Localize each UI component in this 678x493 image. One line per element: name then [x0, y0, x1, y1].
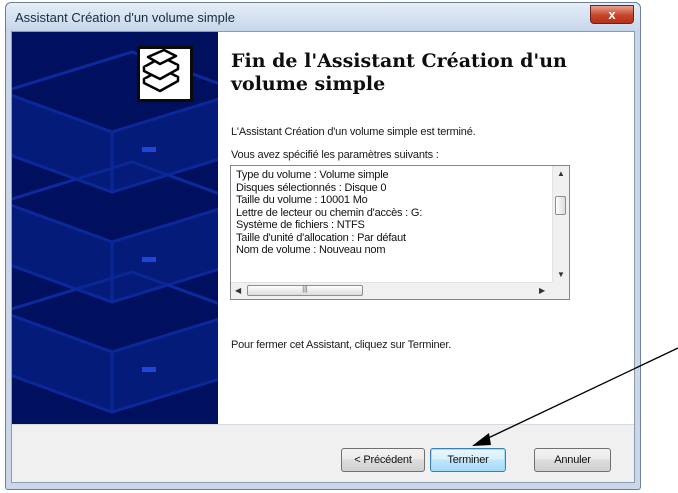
button-bar: < Précédent Terminer Annuler: [12, 424, 634, 482]
scroll-down-arrow-icon[interactable]: ▼: [557, 270, 565, 279]
parameters-listbox[interactable]: Type du volume : Volume simple Disques s…: [230, 165, 570, 300]
scroll-left-arrow-icon[interactable]: ◀: [235, 286, 241, 295]
vertical-scroll-thumb[interactable]: [555, 196, 566, 215]
params-label: Vous avez spécifié les paramètres suivan…: [231, 149, 439, 161]
title-bar[interactable]: Assistant Création d'un volume simple x: [6, 3, 640, 31]
disk-stack-icon: [137, 46, 193, 102]
close-instruction: Pour fermer cet Assistant, cliquez sur T…: [231, 339, 452, 351]
horizontal-scrollbar[interactable]: ◀ ||| ▶: [231, 282, 553, 299]
horizontal-scroll-thumb[interactable]: |||: [247, 285, 363, 296]
completed-text: L'Assistant Création d'un volume simple …: [231, 126, 476, 138]
list-item: Nom de volume : Nouveau nom: [236, 244, 386, 256]
wizard-banner: [12, 32, 218, 424]
close-icon: x: [608, 7, 616, 22]
wizard-content: Fin de l'Assistant Création d'un volume …: [11, 31, 635, 483]
list-item: Taille du volume : 10001 Mo: [236, 194, 368, 206]
window-title: Assistant Création d'un volume simple: [15, 10, 235, 25]
scroll-right-arrow-icon[interactable]: ▶: [539, 286, 545, 295]
parameters-list: Type du volume : Volume simple Disques s…: [236, 169, 551, 257]
page-title: Fin de l'Assistant Création d'un volume …: [231, 50, 567, 95]
scrollbar-corner: [552, 282, 569, 299]
vertical-scrollbar[interactable]: ▲ ▼: [552, 166, 569, 283]
list-item: Disques sélectionnés : Disque 0: [236, 181, 387, 194]
list-item: Lettre de lecteur ou chemin d'accès : G:: [236, 206, 423, 219]
list-item: Système de fichiers : NTFS: [236, 219, 365, 231]
finish-button[interactable]: Terminer: [430, 448, 506, 472]
scroll-up-arrow-icon[interactable]: ▲: [557, 169, 565, 178]
previous-button[interactable]: < Précédent: [341, 448, 425, 472]
wizard-window: Assistant Création d'un volume simple x: [5, 2, 641, 490]
cancel-button[interactable]: Annuler: [534, 448, 611, 472]
list-item: Taille d'unité d'allocation : Par défaut: [236, 231, 406, 244]
close-button[interactable]: x: [590, 5, 634, 24]
list-item: Type du volume : Volume simple: [236, 169, 389, 181]
